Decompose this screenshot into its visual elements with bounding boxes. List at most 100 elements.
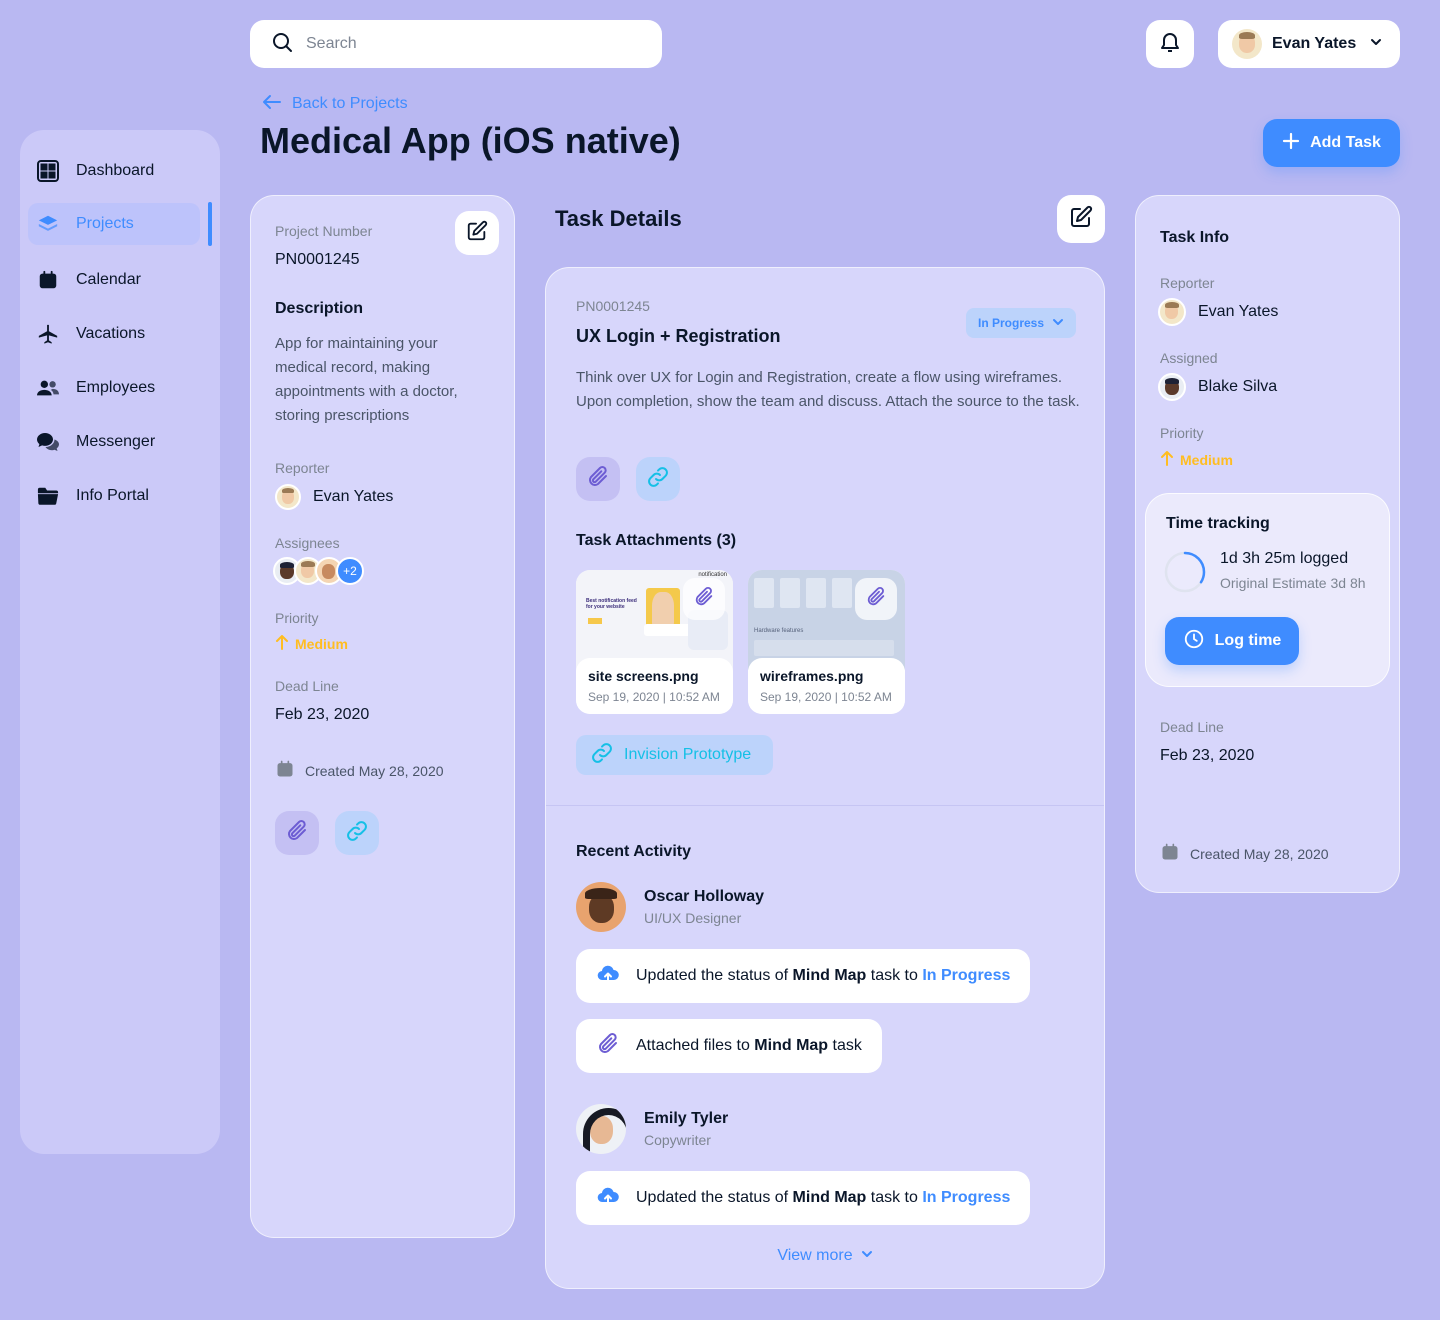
avatar — [275, 484, 301, 510]
arrow-up-icon — [1160, 450, 1174, 469]
paperclip-icon — [586, 465, 610, 494]
activity-user-name: Oscar Holloway — [644, 888, 765, 905]
arrow-up-icon — [275, 634, 289, 653]
view-more-button[interactable]: View more — [546, 1247, 1104, 1265]
log-time-label: Log time — [1214, 632, 1282, 649]
created-text: Created May 28, 2020 — [305, 762, 444, 779]
assigned-label: Assigned — [1160, 350, 1218, 366]
created-date: Created May 28, 2020 — [1160, 842, 1329, 865]
time-tracking-heading: Time tracking — [1166, 515, 1270, 532]
bell-icon — [1158, 30, 1182, 59]
activity-user-role: Copywriter — [644, 1132, 711, 1148]
back-to-projects-link[interactable]: Back to Projects — [262, 92, 408, 116]
sidebar-item-label: Info Portal — [76, 487, 149, 504]
created-text: Created May 28, 2020 — [1190, 845, 1329, 862]
deadline-label: Dead Line — [1160, 719, 1224, 735]
attachment-card[interactable]: Hardware features wireframes.png Sep 19,… — [748, 570, 905, 714]
link-icon — [590, 741, 614, 770]
activity-user: Emily Tyler Copywriter — [576, 1104, 728, 1154]
invision-prototype-link[interactable]: Invision Prototype — [576, 735, 773, 775]
status-dropdown[interactable]: In Progress — [966, 308, 1076, 338]
paperclip-icon — [865, 586, 887, 613]
user-name: Evan Yates — [1272, 35, 1357, 52]
priority-label: Priority — [1160, 425, 1204, 441]
airplane-icon — [36, 322, 60, 346]
dashboard-icon — [36, 159, 60, 183]
project-number-label: Project Number — [275, 223, 373, 239]
reporter-label: Reporter — [275, 460, 330, 476]
calendar-icon — [1160, 842, 1180, 865]
search-bar[interactable] — [250, 20, 662, 68]
sidebar: Dashboard Projects Calendar Vacations Em… — [20, 130, 220, 1154]
calendar-icon — [36, 268, 60, 292]
paperclip-icon — [596, 1032, 620, 1061]
sidebar-item-label: Employees — [76, 379, 156, 396]
add-task-label: Add Task — [1310, 134, 1381, 151]
link-label: Invision Prototype — [624, 746, 752, 763]
layers-icon — [36, 212, 60, 236]
sidebar-item-calendar[interactable]: Calendar — [28, 259, 200, 301]
assigned: Blake Silva — [1158, 373, 1277, 401]
sidebar-item-messenger[interactable]: Messenger — [28, 421, 200, 463]
priority-label: Priority — [275, 610, 319, 626]
sidebar-item-label: Dashboard — [76, 162, 155, 179]
folder-icon — [36, 484, 60, 508]
recent-activity-heading: Recent Activity — [576, 843, 691, 860]
thumb-shape — [780, 578, 800, 608]
avatar — [1232, 29, 1262, 59]
back-link-label: Back to Projects — [292, 95, 408, 112]
active-indicator — [208, 202, 212, 246]
project-description: App for maintaining your medical record,… — [275, 335, 458, 424]
log-time-button[interactable]: Log time — [1165, 617, 1299, 665]
add-task-button[interactable]: Add Task — [1263, 119, 1400, 167]
paperclip-button[interactable] — [683, 578, 725, 620]
thumb-shape — [832, 578, 852, 608]
activity-entry: Updated the status of Mind Map task to I… — [576, 949, 1031, 1003]
reporter-name: Evan Yates — [313, 488, 394, 505]
attachment-card[interactable]: Best notification feed for your website … — [576, 570, 733, 714]
more-assignees-badge: +2 — [336, 557, 364, 585]
attach-button[interactable] — [275, 811, 319, 855]
priority-value: Medium — [1160, 450, 1233, 469]
attachments-heading: Task Attachments (3) — [576, 532, 737, 549]
notifications-button[interactable] — [1146, 20, 1194, 68]
reporter-name: Evan Yates — [1198, 303, 1279, 320]
search-input[interactable] — [306, 35, 626, 53]
link-button[interactable] — [335, 811, 379, 855]
priority-text: Medium — [295, 635, 348, 652]
thumb-caption: Best notification feed for your website — [586, 598, 637, 610]
sidebar-item-employees[interactable]: Employees — [28, 367, 200, 409]
link-icon — [345, 819, 369, 848]
edit-project-button[interactable] — [455, 211, 499, 255]
assignees-avatars[interactable]: +2 — [273, 557, 364, 585]
activity-user-role: UI/UX Designer — [644, 910, 742, 926]
sidebar-item-projects[interactable]: Projects — [28, 203, 200, 245]
sidebar-item-info-portal[interactable]: Info Portal — [28, 475, 200, 517]
chat-icon — [36, 430, 60, 454]
sidebar-item-dashboard[interactable]: Dashboard — [28, 150, 200, 192]
paperclip-icon — [693, 586, 715, 613]
activity-user: Oscar Holloway UI/UX Designer — [576, 882, 764, 932]
time-estimate: Original Estimate 3d 8h — [1220, 575, 1366, 591]
link-icon — [646, 465, 670, 494]
assignees-label: Assignees — [275, 535, 340, 551]
sidebar-item-vacations[interactable]: Vacations — [28, 313, 200, 355]
link-button[interactable] — [636, 457, 680, 501]
paperclip-button[interactable] — [855, 578, 897, 620]
thumb-caption: Hardware features — [754, 628, 804, 634]
cloud-upload-icon — [596, 962, 620, 991]
time-tracking-panel: Time tracking 1d 3h 25m logged Original … — [1145, 493, 1390, 687]
assigned-name: Blake Silva — [1198, 378, 1278, 395]
page-title: Medical App (iOS native) — [260, 120, 681, 161]
calendar-icon — [275, 759, 295, 782]
time-progress-ring — [1164, 551, 1206, 593]
task-details-title: Task Details — [555, 206, 682, 231]
user-menu[interactable]: Evan Yates — [1218, 20, 1400, 68]
deadline-value: Feb 23, 2020 — [1160, 747, 1255, 764]
attachment-info: wireframes.png Sep 19, 2020 | 10:52 AM — [748, 658, 905, 714]
deadline-label: Dead Line — [275, 678, 339, 694]
attach-button[interactable] — [576, 457, 620, 501]
chevron-down-icon — [861, 1247, 873, 1265]
paperclip-icon — [285, 819, 309, 848]
edit-task-button[interactable] — [1057, 195, 1105, 243]
